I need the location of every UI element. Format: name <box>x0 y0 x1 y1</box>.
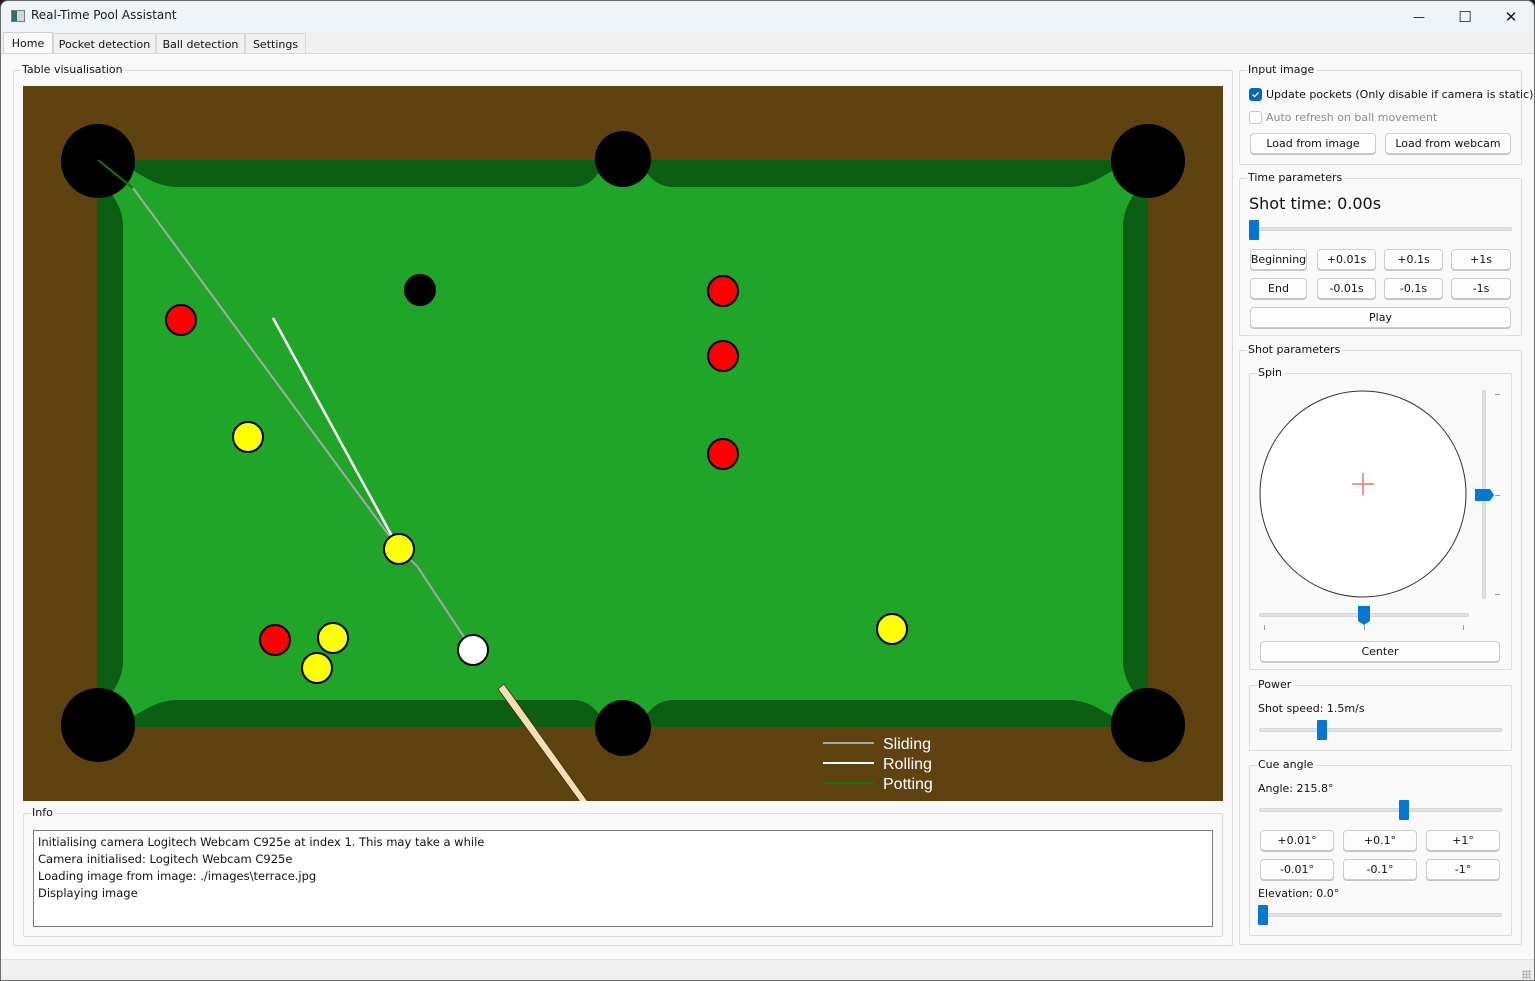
info-line: Loading image from image: ./images\terra… <box>38 869 317 883</box>
shot-time-slider-handle[interactable] <box>1249 220 1259 240</box>
tab-home[interactable]: Home <box>3 32 53 54</box>
yellow-ball <box>876 613 908 645</box>
tab-bar: Home Pocket detection Ball detection Set… <box>1 32 1534 54</box>
cue-angle-title: Cue angle <box>1257 758 1316 772</box>
tick-mark <box>1463 625 1464 630</box>
auto-refresh-checkbox[interactable] <box>1249 111 1262 124</box>
time-minus-0.01-button[interactable]: -0.01s <box>1317 278 1376 299</box>
shot-speed-slider-handle[interactable] <box>1316 720 1327 740</box>
load-from-image-button[interactable]: Load from image <box>1250 133 1376 154</box>
minimize-button[interactable]: — <box>1396 1 1442 32</box>
red-ball <box>707 438 739 470</box>
shot-parameters-title: Shot parameters <box>1247 343 1343 357</box>
info-title: Info <box>31 806 55 820</box>
angle-plus-0.1-button[interactable]: +0.1° <box>1343 830 1417 851</box>
elevation-slider-track[interactable] <box>1259 913 1502 917</box>
angle-plus-0.01-button[interactable]: +0.01° <box>1260 830 1334 851</box>
legend-label: Potting <box>883 776 933 793</box>
time-minus-1-button[interactable]: -1s <box>1451 278 1511 299</box>
spin-title: Spin <box>1257 366 1284 380</box>
angle-slider-track[interactable] <box>1259 808 1502 812</box>
window-title: Real-Time Pool Assistant <box>31 8 177 22</box>
pool-table-svg[interactable]: Sliding Rolling Potting <box>23 86 1223 807</box>
yellow-ball <box>232 421 264 453</box>
angle-minus-0.01-button[interactable]: -0.01° <box>1260 859 1334 880</box>
red-ball <box>707 275 739 307</box>
shot-speed-slider-track[interactable] <box>1259 728 1502 732</box>
resize-grip-icon[interactable] <box>1522 970 1531 979</box>
spin-selector[interactable] <box>1258 389 1470 601</box>
time-beginning-button[interactable]: Beginning <box>1250 249 1307 270</box>
status-bar <box>1 959 1534 980</box>
tab-ball-detection[interactable]: Ball detection <box>156 33 245 54</box>
center-spin-button[interactable]: Center <box>1260 641 1500 662</box>
pocket <box>1111 688 1185 762</box>
time-parameters-title: Time parameters <box>1247 171 1345 185</box>
angle-minus-1-button[interactable]: -1° <box>1426 859 1500 880</box>
time-plus-0.01-button[interactable]: +0.01s <box>1317 249 1376 270</box>
info-line: Displaying image <box>38 886 138 900</box>
pocket <box>1111 124 1185 198</box>
app-icon <box>11 10 25 22</box>
angle-plus-1-button[interactable]: +1° <box>1426 830 1500 851</box>
tick-mark <box>1264 625 1265 630</box>
info-line: Initialising camera Logitech Webcam C925… <box>38 835 485 849</box>
tick-mark <box>1495 495 1500 496</box>
maximize-button[interactable]: ☐ <box>1442 1 1488 32</box>
yellow-ball <box>383 533 415 565</box>
black-ball <box>404 274 436 306</box>
angle-minus-0.1-button[interactable]: -0.1° <box>1343 859 1417 880</box>
table-visualisation-title: Table visualisation <box>21 63 125 77</box>
red-ball <box>165 304 197 336</box>
close-icon: ✕ <box>1504 7 1518 26</box>
update-pockets-label[interactable]: Update pockets (Only disable if camera i… <box>1266 88 1533 101</box>
app-window: Real-Time Pool Assistant — ☐ ✕ Home Pock… <box>0 0 1535 981</box>
time-plus-1-button[interactable]: +1s <box>1451 249 1511 270</box>
pocket <box>595 131 651 187</box>
time-minus-0.1-button[interactable]: -0.1s <box>1384 278 1443 299</box>
auto-refresh-label[interactable]: Auto refresh on ball movement <box>1266 111 1437 124</box>
white-ball <box>457 634 489 666</box>
yellow-ball <box>317 622 349 654</box>
red-ball <box>259 624 291 656</box>
red-ball <box>707 340 739 372</box>
info-log[interactable]: Initialising camera Logitech Webcam C925… <box>33 830 1213 927</box>
play-button[interactable]: Play <box>1250 307 1511 328</box>
checkmark-icon <box>1252 91 1260 98</box>
power-group: Power <box>1249 678 1512 751</box>
angle-slider-handle[interactable] <box>1399 800 1409 820</box>
power-title: Power <box>1257 678 1294 692</box>
info-line: Camera initialised: Logitech Webcam C925… <box>38 852 293 866</box>
input-image-title: Input image <box>1247 63 1317 77</box>
title-bar: Real-Time Pool Assistant — ☐ ✕ <box>1 1 1534 32</box>
tab-pocket-detection[interactable]: Pocket detection <box>53 33 156 54</box>
vertical-spin-slider-handle[interactable] <box>1475 488 1495 501</box>
tab-settings[interactable]: Settings <box>245 33 306 54</box>
load-from-webcam-button[interactable]: Load from webcam <box>1385 133 1511 154</box>
angle-label: Angle: 215.8° <box>1258 782 1334 795</box>
shot-speed-label: Shot speed: 1.5m/s <box>1258 702 1365 715</box>
tick-mark <box>1495 394 1500 395</box>
legend-label: Sliding <box>883 736 931 753</box>
minimize-icon: — <box>1413 9 1425 24</box>
elevation-label: Elevation: 0.0° <box>1258 887 1340 900</box>
pocket <box>595 700 651 756</box>
yellow-ball <box>301 652 333 684</box>
update-pockets-checkbox[interactable] <box>1249 88 1262 101</box>
time-plus-0.1-button[interactable]: +0.1s <box>1384 249 1443 270</box>
tick-mark <box>1495 594 1500 595</box>
table-canvas[interactable]: Sliding Rolling Potting <box>23 86 1223 807</box>
elevation-slider-handle[interactable] <box>1258 905 1268 925</box>
shot-time-label: Shot time: 0.00s <box>1249 194 1382 213</box>
pocket <box>61 688 135 762</box>
shot-time-slider-track[interactable] <box>1250 227 1512 231</box>
close-button[interactable]: ✕ <box>1488 1 1534 32</box>
maximize-icon: ☐ <box>1458 7 1472 26</box>
horizontal-spin-slider-handle[interactable] <box>1358 606 1370 626</box>
legend-label: Rolling <box>883 756 932 773</box>
time-end-button[interactable]: End <box>1250 278 1307 299</box>
